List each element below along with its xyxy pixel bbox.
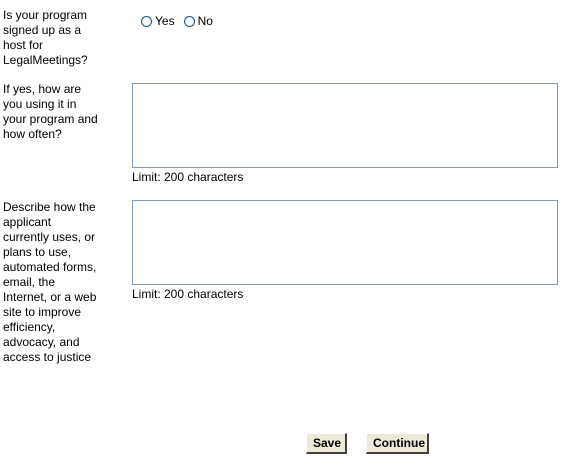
radio-no-label: No [197,14,213,28]
radio-no[interactable]: No [183,14,213,28]
question-technology-label: Describe how the applicant currently use… [3,200,97,364]
host-radio-group: Yes No [141,13,222,29]
radio-circle-icon[interactable] [141,15,152,27]
save-button[interactable]: Save [306,433,347,454]
technology-textarea[interactable] [132,200,558,285]
radio-yes[interactable]: Yes [141,14,175,28]
radio-circle-icon[interactable] [183,15,195,27]
question-usage-label: If yes, how are you using it in your pro… [3,82,98,141]
usage-limit-text: Limit: 200 characters [132,170,244,184]
question-host-label: Is your program signed up as a host for … [3,8,88,67]
technology-limit-text: Limit: 200 characters [132,287,244,301]
usage-textarea[interactable] [132,83,558,168]
continue-button[interactable]: Continue [366,433,429,454]
radio-yes-label: Yes [155,14,175,28]
